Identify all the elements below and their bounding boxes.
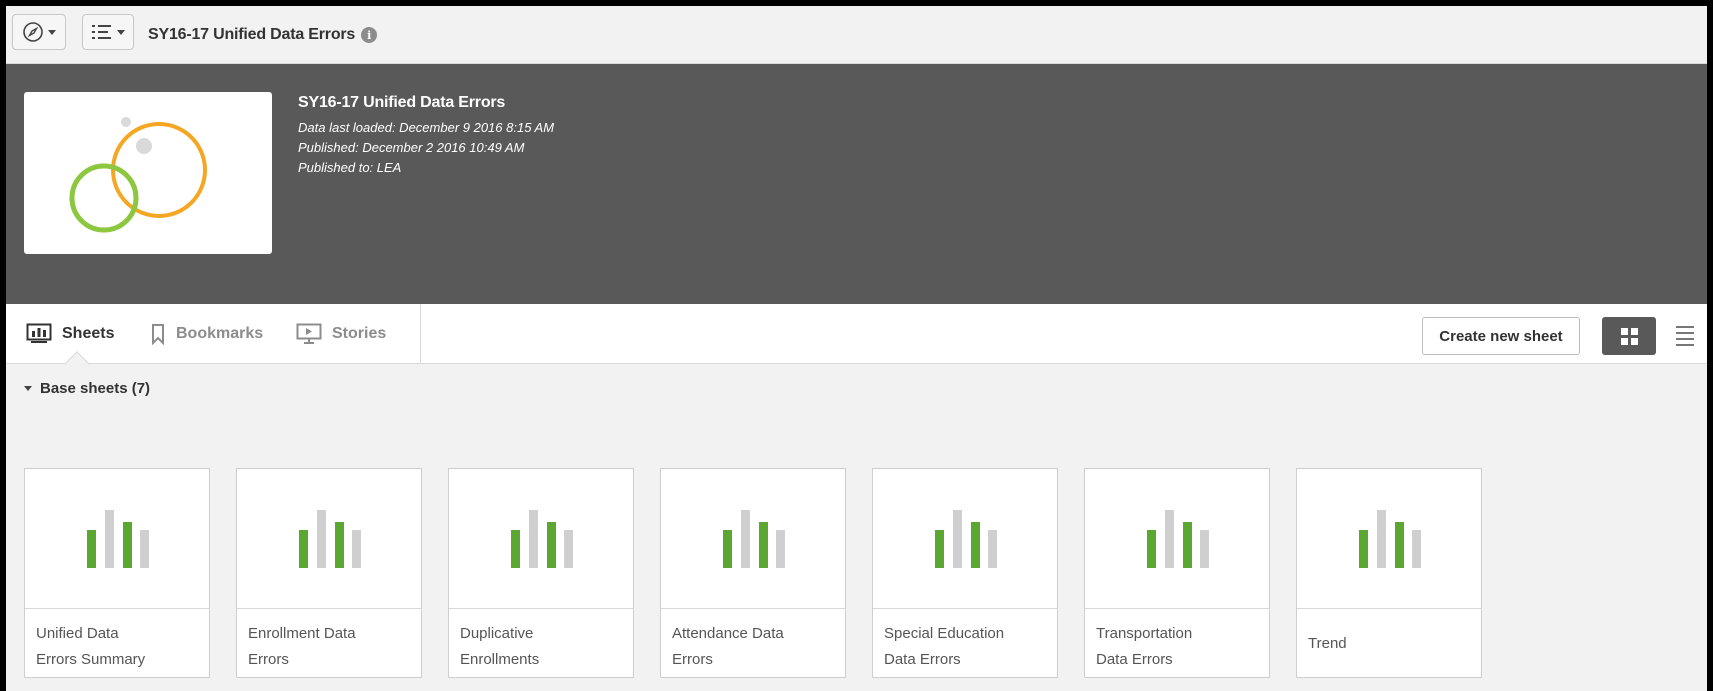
sheet-title-line2: Errors Summary [36,651,146,668]
sheet-title-line2: Errors [672,651,713,668]
sheet-title: Attendance Data Errors [661,609,845,679]
compass-icon [23,22,43,42]
sheet-card[interactable]: Transportation Data Errors [1084,468,1270,678]
sheet-title: Unified Data Errors Summary [25,609,209,679]
sheet-thumbnail [1297,469,1481,609]
sheet-thumbnail [237,469,421,609]
app-title-text: SY16-17 Unified Data Errors [148,26,356,43]
app-name: SY16-17 Unified Data Errors [298,94,506,111]
sheets-icon [26,323,52,343]
chevron-down-icon [117,29,125,35]
top-toolbar: SY16-17 Unified Data Errors i [6,6,1707,64]
tab-divider [420,304,421,364]
bar-chart-icon [1359,510,1421,568]
tab-stories-label: Stories [332,325,387,342]
bar-chart-icon [935,510,997,568]
sheet-card[interactable]: Special Education Data Errors [872,468,1058,678]
app-logo-icon [69,117,207,233]
stories-icon [296,323,322,344]
content-tabbar: Sheets Bookmarks Stories Create new shee… [6,304,1707,364]
sheet-title: Duplicative Enrollments [449,609,633,679]
create-new-sheet-button[interactable]: Create new sheet [1422,317,1580,355]
app-metadata: SY16-17 Unified Data Errors Data last lo… [298,94,554,178]
sheet-title-line1: Attendance Data [672,625,784,642]
sheet-title-line1: Trend [1308,635,1347,652]
sheet-card[interactable]: Duplicative Enrollments [448,468,634,678]
list-view-button[interactable] [1670,317,1700,355]
sheet-title: Transportation Data Errors [1085,609,1269,679]
sheet-grid: Unified Data Errors Summary Enrollment Dat… [24,468,1482,678]
base-sheets-toggle[interactable]: Base sheets (7) [24,380,150,397]
sheet-title: Enrollment Data Errors [237,609,421,679]
sheet-thumbnail [873,469,1057,609]
tab-sheets[interactable]: Sheets [26,304,114,364]
sheet-card[interactable]: Enrollment Data Errors [236,468,422,678]
app-window: SY16-17 Unified Data Errors i SY16-17 Un… [6,6,1707,691]
sheet-title: Trend [1297,609,1481,679]
sheet-title-line1: Enrollment Data [248,625,356,642]
sheet-thumbnail [1085,469,1269,609]
chevron-down-icon [48,29,56,35]
tab-bookmarks-label: Bookmarks [176,325,264,342]
sheet-title-line2: Enrollments [460,651,540,668]
tab-stories[interactable]: Stories [296,304,386,364]
sheet-title-line1: Transportation [1096,625,1193,642]
sheet-thumbnail [661,469,845,609]
sheet-card[interactable]: Unified Data Errors Summary [24,468,210,678]
sheet-title-line1: Unified Data [36,625,119,642]
sheet-title: Special Education Data Errors [873,609,1057,679]
sheet-title-line1: Special Education [884,625,1005,642]
data-last-loaded: Data last loaded: December 9 2016 8:15 A… [298,120,555,135]
bar-chart-icon [511,510,573,568]
published-to: Published to: LEA [298,160,402,175]
app-overview-header: SY16-17 Unified Data Errors Data last lo… [6,64,1707,304]
sheet-card[interactable]: Attendance Data Errors [660,468,846,678]
sheet-title-line1: Duplicative [460,625,534,642]
published-date: Published: December 2 2016 10:49 AM [298,140,525,155]
bar-chart-icon [1147,510,1209,568]
list-icon [92,25,111,39]
sheet-title-line2: Data Errors [1096,651,1173,668]
app-title: SY16-17 Unified Data Errors i [148,26,378,44]
app-thumbnail [24,92,272,254]
sheet-thumbnail [449,469,633,609]
sheet-title-line2: Errors [248,651,289,668]
grid-view-button[interactable] [1602,317,1656,355]
bookmark-icon [152,324,164,345]
chevron-down-icon [24,386,32,391]
bar-chart-icon [87,510,149,568]
base-sheets-title: Base sheets (7) [40,380,151,397]
tab-bookmarks[interactable]: Bookmarks [150,304,263,364]
bar-chart-icon [723,510,785,568]
sheet-title-line2: Data Errors [884,651,961,668]
grid-view-icon [1620,327,1638,345]
sheet-card[interactable]: Trend [1296,468,1482,678]
bar-chart-icon [299,510,361,568]
info-icon[interactable]: i [361,27,378,43]
navigation-menu-button[interactable] [12,14,66,50]
tab-sheets-label: Sheets [62,325,115,342]
sheet-thumbnail [25,469,209,609]
global-menu-button[interactable] [82,14,134,50]
